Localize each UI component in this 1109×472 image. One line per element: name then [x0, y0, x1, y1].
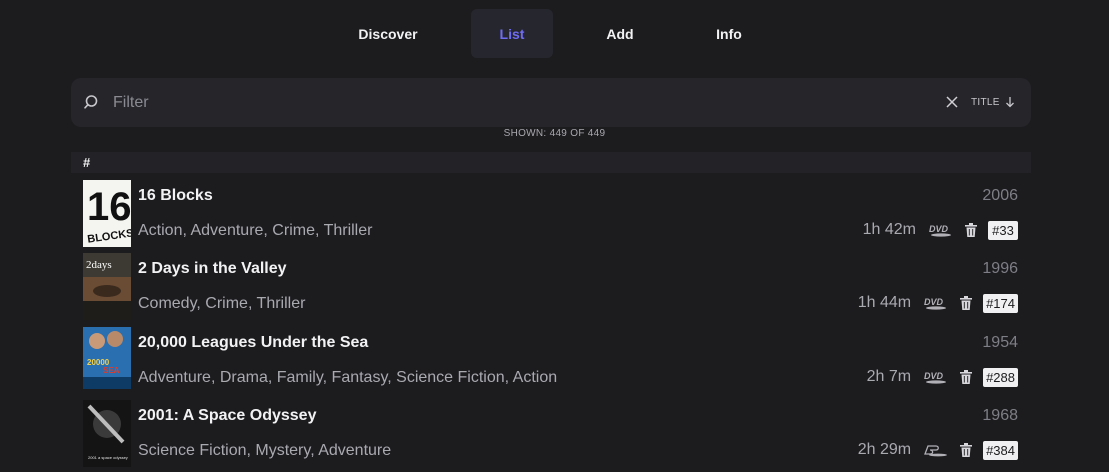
tab-discover[interactable]: Discover — [347, 9, 429, 58]
movie-meta: 1h 44m DVD #174 — [858, 292, 1018, 314]
dvd-icon: DVD — [924, 296, 948, 310]
clear-filter-button[interactable] — [944, 94, 960, 110]
movie-runtime: 2h 29m — [857, 441, 912, 458]
sort-button[interactable]: TITLE — [971, 93, 1015, 111]
trash-icon[interactable] — [960, 295, 974, 311]
svg-text:DVD: DVD — [929, 224, 949, 234]
trash-icon[interactable] — [965, 222, 979, 238]
svg-text:16: 16 — [87, 185, 131, 229]
movie-year: 1996 — [982, 260, 1018, 277]
movie-title: 16 Blocks — [138, 187, 213, 204]
arrow-down-icon — [1005, 97, 1014, 108]
movie-year: 1954 — [982, 334, 1018, 351]
movie-title: 20,000 Leagues Under the Sea — [138, 334, 369, 351]
movie-runtime: 1h 42m — [862, 221, 916, 238]
svg-text:2001 a space odyssey: 2001 a space odyssey — [88, 455, 128, 460]
filter-bar: TITLE — [71, 78, 1031, 127]
movie-year: 2006 — [982, 187, 1018, 204]
trash-icon[interactable] — [960, 369, 974, 385]
close-icon — [946, 96, 958, 108]
movie-meta: 2h 7m DVD #288 — [867, 366, 1018, 388]
tab-add[interactable]: Add — [579, 9, 661, 58]
list-header-number: # — [83, 155, 91, 170]
bluray-icon — [924, 443, 948, 457]
tab-list[interactable]: List — [471, 9, 553, 58]
movie-genres: Comedy, Crime, Thriller — [138, 295, 306, 312]
list-header: # — [71, 152, 1031, 173]
movie-runtime: 1h 44m — [857, 294, 912, 311]
svg-text:DVD: DVD — [924, 297, 944, 307]
trash-icon[interactable] — [960, 442, 974, 458]
collection-number-badge: #384 — [983, 440, 1018, 460]
poster-image: 16 BLOCKS — [83, 180, 131, 247]
svg-text:SEA: SEA — [103, 366, 120, 375]
movie-year: 1968 — [982, 407, 1018, 424]
svg-text:2days: 2days — [86, 259, 112, 271]
movie-genres: Science Fiction, Mystery, Adventure — [138, 442, 392, 459]
sort-label: TITLE — [971, 96, 1000, 108]
collection-number-badge: #288 — [983, 367, 1018, 387]
movie-meta: 2h 29m #384 — [858, 439, 1018, 461]
nav-tabs: Discover List Add Info — [0, 9, 1109, 58]
movie-meta: 1h 42m DVD #33 — [863, 219, 1018, 241]
dvd-icon: DVD — [924, 370, 948, 384]
collection-number-badge: #174 — [983, 293, 1018, 313]
dvd-icon: DVD — [929, 223, 953, 237]
movie-runtime: 2h 7m — [866, 368, 912, 385]
poster-image: 2days — [83, 253, 131, 320]
list-item[interactable]: 16 BLOCKS 16 Blocks 2006 Action, Adventu… — [83, 180, 1019, 248]
movie-title: 2001: A Space Odyssey — [138, 407, 317, 424]
movie-genres: Adventure, Drama, Family, Fantasy, Scien… — [138, 369, 558, 386]
collection-number-badge: #33 — [988, 220, 1018, 240]
poster-image: 2001 a space odyssey — [83, 400, 131, 467]
filter-input[interactable] — [111, 88, 895, 118]
movie-title: 2 Days in the Valley — [138, 260, 287, 277]
shown-count: SHOWN: 449 OF 449 — [503, 128, 606, 139]
search-icon — [83, 94, 99, 110]
list-item[interactable]: 2days 2 Days in the Valley 1996 Comedy, … — [83, 253, 1019, 321]
list-item[interactable]: 20000 SEA 20,000 Leagues Under the Sea 1… — [83, 327, 1019, 395]
svg-text:DVD: DVD — [924, 371, 944, 381]
tab-info[interactable]: Info — [688, 9, 770, 58]
list-item[interactable]: 2001 a space odyssey 2001: A Space Odyss… — [83, 400, 1019, 468]
poster-image: 20000 SEA — [83, 327, 131, 394]
movie-genres: Action, Adventure, Crime, Thriller — [138, 222, 373, 239]
